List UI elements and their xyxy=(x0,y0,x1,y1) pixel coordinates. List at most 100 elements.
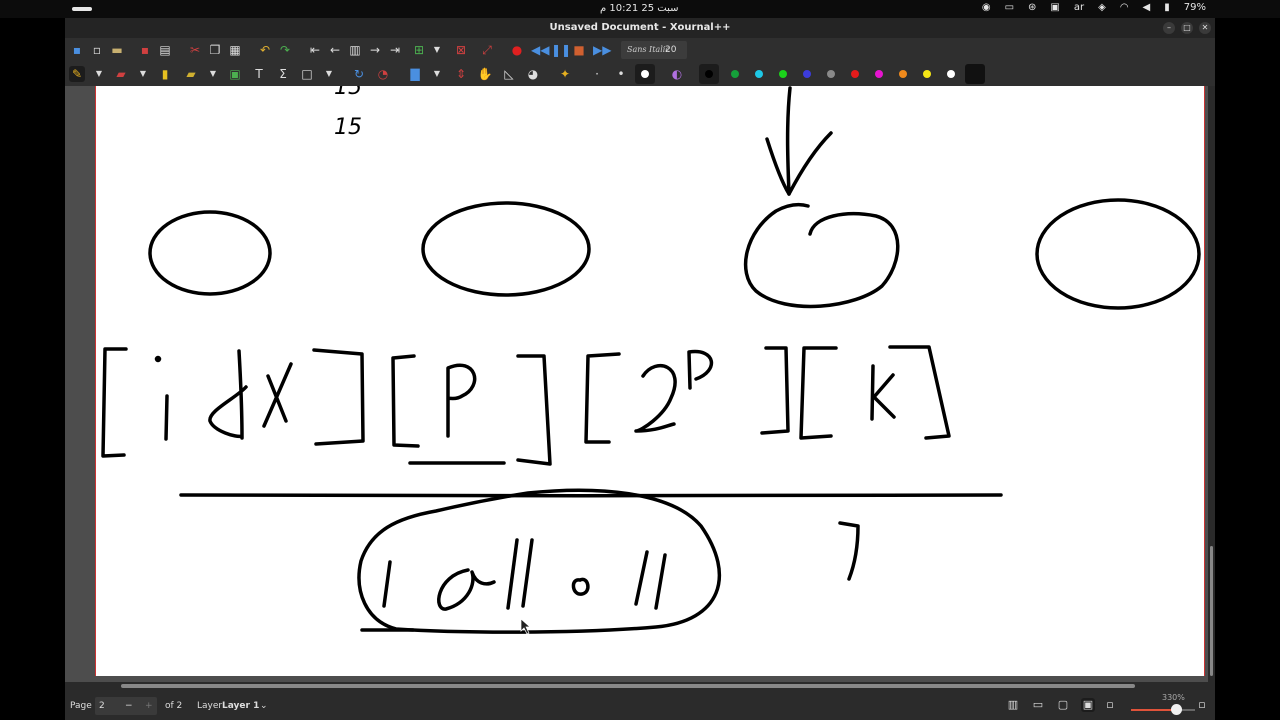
layer-dropdown-icon[interactable]: ⌄ xyxy=(260,701,268,711)
digit-1b xyxy=(506,538,519,610)
eraser-dropdown-icon[interactable]: ▼ xyxy=(135,66,151,82)
shape-dropdown-icon[interactable]: ▼ xyxy=(321,66,337,82)
color-dot-8[interactable] xyxy=(899,70,907,78)
window-titlebar[interactable]: Unsaved Document - Xournal++ – □ ✕ xyxy=(65,18,1215,38)
custom-color-icon[interactable]: ◐ xyxy=(669,66,685,82)
minimize-button[interactable]: – xyxy=(1163,22,1175,34)
insert-space-icon[interactable]: ⇕ xyxy=(453,66,469,82)
new-document-icon[interactable]: ▫ xyxy=(89,42,105,58)
color-dot-2[interactable] xyxy=(755,70,763,78)
record-icon[interactable]: ● xyxy=(509,42,525,58)
color-dot-6[interactable] xyxy=(851,70,859,78)
color-chooser-button[interactable] xyxy=(965,64,985,84)
color-dot-9[interactable] xyxy=(923,70,931,78)
ruler-icon[interactable]: ◺ xyxy=(501,66,517,82)
hand-tool-icon[interactable]: ✋ xyxy=(477,66,493,82)
zoom-slider-knob[interactable] xyxy=(1170,704,1182,715)
chrome-icon: ⊛ xyxy=(1028,2,1037,13)
document-page[interactable]: 15 15 xyxy=(95,86,1205,676)
color-dot-4[interactable] xyxy=(803,70,811,78)
shape-tool-icon[interactable]: □ xyxy=(299,66,315,82)
image-tool-icon[interactable]: ▣ xyxy=(227,66,243,82)
laser-pointer-icon[interactable]: ✦ xyxy=(557,66,573,82)
forward-icon[interactable]: ▶▶ xyxy=(593,42,611,58)
vertical-scroll-thumb[interactable] xyxy=(1210,546,1213,676)
select-dropdown-icon[interactable]: ▼ xyxy=(205,66,221,82)
horizontal-scrollbar[interactable] xyxy=(65,682,1215,690)
paste-icon[interactable]: ▦ xyxy=(227,42,243,58)
system-tray[interactable]: ◉ ▭ ⊛ ▣ ar ◈ ◠ ◀ ▮ 79% xyxy=(982,2,1206,13)
next-page-icon[interactable]: → xyxy=(367,42,383,58)
color-dot-10[interactable] xyxy=(947,70,955,78)
color-dot-5[interactable] xyxy=(827,70,835,78)
previous-page-icon[interactable]: ← xyxy=(327,42,343,58)
close-button[interactable]: ✕ xyxy=(1199,22,1211,34)
undo-icon[interactable]: ↶ xyxy=(257,42,273,58)
digit-1d xyxy=(634,550,649,606)
page-view-icon[interactable]: ▢ xyxy=(1056,698,1070,712)
presentation-view-icon[interactable]: ▭ xyxy=(1031,698,1045,712)
letter-i xyxy=(164,394,169,441)
system-top-bar: سبت 25 10:21 م ◉ ▭ ⊛ ▣ ar ◈ ◠ ◀ ▮ 79% xyxy=(0,0,1280,18)
print-icon[interactable]: ▤ xyxy=(157,42,173,58)
fit-width-icon[interactable]: ▫ xyxy=(1103,698,1117,712)
select-tool-icon[interactable]: ▰ xyxy=(183,66,199,82)
insert-page-dropdown-icon[interactable]: ▼ xyxy=(429,42,445,58)
thin-stroke-icon[interactable]: · xyxy=(589,66,605,82)
goto-page-icon[interactable]: ▥ xyxy=(347,42,363,58)
copy-icon[interactable]: ❐ xyxy=(207,42,223,58)
fit-page-view-icon[interactable]: ▣ xyxy=(1081,698,1095,712)
page-number-input[interactable]: 2 xyxy=(99,701,105,711)
rewind-icon[interactable]: ◀◀ xyxy=(531,42,549,58)
color-dot-3[interactable] xyxy=(779,70,787,78)
page-increment-button[interactable]: + xyxy=(145,701,153,711)
horizontal-scroll-thumb[interactable] xyxy=(121,684,1135,688)
pen-dropdown-icon[interactable]: ▼ xyxy=(91,66,107,82)
delete-page-icon[interactable]: ⊠ xyxy=(453,42,469,58)
page-label: Page xyxy=(70,701,92,711)
last-page-icon[interactable]: ⇥ xyxy=(387,42,403,58)
export-pdf-icon[interactable]: ▪ xyxy=(137,42,153,58)
color-dot-1[interactable] xyxy=(731,70,739,78)
fullscreen-icon[interactable]: ⤢ xyxy=(479,42,495,58)
pause-icon[interactable]: ❚❚ xyxy=(551,42,571,58)
medium-stroke-icon[interactable]: • xyxy=(613,66,629,82)
eraser-tool-icon[interactable]: ▰ xyxy=(113,66,129,82)
cut-icon[interactable]: ✂ xyxy=(187,42,203,58)
activities-button[interactable] xyxy=(72,7,92,11)
shape-recognizer-icon[interactable]: ↻ xyxy=(351,66,367,82)
page-decrement-button[interactable]: − xyxy=(125,701,133,711)
font-selector[interactable]: Sans Italic xyxy=(621,41,687,59)
fill-icon[interactable]: ◔ xyxy=(375,66,391,82)
xournal-window: Unsaved Document - Xournal++ – □ ✕ ▪ ▫ ▬… xyxy=(65,18,1215,720)
system-clock[interactable]: سبت 25 10:21 م xyxy=(600,3,679,14)
layer-selector[interactable]: Layer 1 xyxy=(222,701,259,711)
open-folder-icon[interactable]: ▬ xyxy=(109,42,125,58)
redo-icon[interactable]: ↷ xyxy=(277,42,293,58)
insert-page-icon[interactable]: ⊞ xyxy=(411,42,427,58)
bracket-close-1 xyxy=(312,348,365,446)
document-area[interactable]: 15 15 xyxy=(65,86,1215,684)
zoom-tool-icon[interactable]: ◕ xyxy=(525,66,541,82)
zoom-slider[interactable] xyxy=(1131,709,1195,711)
first-page-icon[interactable]: ⇤ xyxy=(307,42,323,58)
save-icon[interactable]: ▪ xyxy=(69,42,85,58)
vertical-scrollbar[interactable] xyxy=(1208,86,1215,684)
vertical-space-icon[interactable]: ▇ xyxy=(407,66,423,82)
text-tool-icon[interactable]: T xyxy=(251,66,267,82)
color-dot-7[interactable] xyxy=(875,70,883,78)
page-number-spinner[interactable]: 2 − + xyxy=(95,697,157,715)
pen-tool-icon[interactable]: ✎ xyxy=(69,66,85,82)
highlighter-tool-icon[interactable]: ▮ xyxy=(157,66,173,82)
language-indicator[interactable]: ar xyxy=(1074,2,1084,13)
maximize-button[interactable]: □ xyxy=(1181,22,1193,34)
latex-tool-icon[interactable]: Σ xyxy=(275,66,291,82)
bracket-close-4 xyxy=(888,345,951,440)
letter-k xyxy=(870,364,896,421)
digit-1a xyxy=(382,560,392,608)
letter-p xyxy=(446,363,477,438)
vertical-space-dropdown-icon[interactable]: ▼ xyxy=(429,66,445,82)
fullscreen-view-icon[interactable]: ▫ xyxy=(1195,698,1209,712)
stop-icon[interactable]: ■ xyxy=(571,42,587,58)
two-page-view-icon[interactable]: ▥ xyxy=(1006,698,1020,712)
